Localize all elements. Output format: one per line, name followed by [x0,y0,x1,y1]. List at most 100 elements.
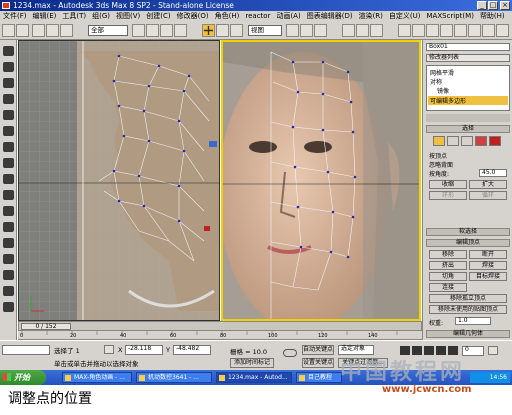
tool-icon-7[interactable] [3,142,14,152]
tool-icon-15[interactable] [3,270,14,280]
selection-filter-dropdown[interactable]: 全部 [88,25,128,36]
tool-icon-11[interactable] [3,206,14,216]
connect-button[interactable]: 连接 [429,283,467,292]
stack-item-editable-poly[interactable]: 可编辑多边形 [428,96,508,105]
unlink-icon[interactable] [46,24,59,37]
edge-icon[interactable] [447,136,459,146]
grow-button[interactable]: 扩大 [469,180,507,189]
menu-modifiers[interactable]: 修改器(O) [174,11,212,22]
tool-icon-5[interactable] [3,110,14,120]
go-to-end-icon[interactable] [448,346,458,355]
menu-create[interactable]: 创建(C) [143,11,173,22]
tool-icon-13[interactable] [3,238,14,248]
extrude-button[interactable]: 挤出 [429,261,467,270]
menu-reactor[interactable]: reactor [242,11,273,22]
select-object-icon[interactable] [132,24,145,37]
percent-snap-icon[interactable] [370,24,383,37]
current-frame-field[interactable]: 0 [462,346,484,356]
menu-maxscript[interactable]: MAXScript(M) [424,11,477,22]
remove-button[interactable]: 移除 [429,250,467,259]
maximize-button[interactable]: □ [488,1,498,10]
tool-icon-17[interactable] [3,302,14,312]
stack-item-mirror[interactable]: 镜像 [437,86,449,95]
hierarchy-panel-icon[interactable] [468,24,481,37]
next-frame-icon[interactable] [436,346,446,355]
time-config-icon[interactable] [488,346,498,355]
modify-panel-icon[interactable] [454,24,467,37]
stack-item-symmetry[interactable]: 对称 [430,77,442,86]
close-button[interactable]: × [500,1,510,10]
undo-icon[interactable] [2,24,15,37]
tool-icon-14[interactable] [3,254,14,264]
snap-toggle-icon[interactable] [342,24,355,37]
lock-selection-icon[interactable] [104,345,114,354]
edit-vertices-rollout-header[interactable]: 编辑顶点 [426,239,510,247]
stack-item-meshsmooth[interactable]: 网格平滑 [430,68,454,77]
weight-field[interactable]: 1.0 [455,317,491,325]
play-icon[interactable] [424,346,434,355]
menu-rendering[interactable]: 渲染(R) [356,11,386,22]
tool-icon-4[interactable] [3,94,14,104]
window-crossing-icon[interactable] [174,24,187,37]
menu-edit[interactable]: 编辑(E) [30,11,60,22]
link-icon[interactable] [32,24,45,37]
loop-button[interactable]: 循环 [469,191,507,200]
menu-graph-editors[interactable]: 图表编辑器(D) [304,11,356,22]
viewport-right-active[interactable] [221,40,421,321]
ring-button[interactable]: 环形 [429,191,467,200]
soft-selection-rollout-header[interactable]: 软选择 [426,228,510,236]
target-weld-button[interactable]: 目标焊接 [469,272,507,281]
bind-space-warp-icon[interactable] [60,24,73,37]
viewport-left[interactable] [18,40,220,321]
menu-file[interactable]: 文件(F) [0,11,30,22]
tool-icon-1[interactable] [3,46,14,56]
create-panel-icon[interactable] [440,24,453,37]
edit-geometry-rollout-header[interactable]: 编辑几何体 [426,330,510,338]
by-vertex-checkbox[interactable]: 按顶点 [429,151,447,160]
angle-snap-icon[interactable] [356,24,369,37]
task-max-character-anim[interactable]: MAX-角色动画 - ... [62,372,132,383]
chamfer-button[interactable]: 切角 [429,272,467,281]
render-setup-icon[interactable] [412,24,425,37]
minimize-button[interactable]: _ [477,1,487,10]
motion-panel-icon[interactable] [482,24,495,37]
key-filters-button[interactable]: 关键点过滤器... [338,358,388,368]
task-3dsmax[interactable]: 1234.max - Autod... [216,372,292,383]
redo-icon[interactable] [16,24,29,37]
key-icon[interactable] [283,349,297,357]
menu-views[interactable]: 视图(V) [113,11,143,22]
set-key-button[interactable]: 设置关键点 [302,358,334,368]
remove-isolated-button[interactable]: 移除孤立顶点 [429,294,507,303]
menu-customize[interactable]: 自定义(U) [386,11,424,22]
time-slider[interactable]: 0 / 152 [18,321,422,331]
tool-icon-9[interactable] [3,174,14,184]
ignore-backfacing-checkbox[interactable]: 忽略背面 [429,160,453,169]
x-coordinate-field[interactable]: -28.118 [125,345,163,355]
task-tutorial[interactable]: 目己教程 [296,372,342,383]
material-editor-icon[interactable] [398,24,411,37]
menu-animation[interactable]: 动画(A) [273,11,303,22]
shrink-button[interactable]: 收缩 [429,180,467,189]
modifier-list-dropdown[interactable]: 修改器列表 [426,54,510,62]
tool-icon-16[interactable] [3,286,14,296]
selection-rollout-header[interactable]: 选择 [426,125,510,133]
remove-unused-map-button[interactable]: 移除未使用的贴图顶点 [429,305,507,314]
y-coordinate-field[interactable]: -48.482 [173,345,211,355]
object-name-field[interactable]: Box01 [426,43,510,51]
menu-tools[interactable]: 工具(T) [59,11,89,22]
break-button[interactable]: 断开 [469,250,507,259]
mirror-icon[interactable] [300,24,313,37]
tool-icon-6[interactable] [3,126,14,136]
angle-field[interactable]: 45.0 [479,169,507,177]
element-icon[interactable] [489,136,501,146]
by-angle-checkbox[interactable]: 按角度: [429,169,449,178]
scale-icon[interactable] [230,24,243,37]
weld-button[interactable]: 焊接 [469,261,507,270]
reference-coordinate-dropdown[interactable]: 视图 [248,25,282,36]
timeline-ruler[interactable]: 0 20 40 60 80 100 120 140 [18,331,422,340]
align-icon[interactable] [314,24,327,37]
tool-icon-10[interactable] [3,190,14,200]
go-to-start-icon[interactable] [400,346,410,355]
rotate-icon[interactable] [216,24,229,37]
tool-icon-2[interactable] [3,62,14,72]
